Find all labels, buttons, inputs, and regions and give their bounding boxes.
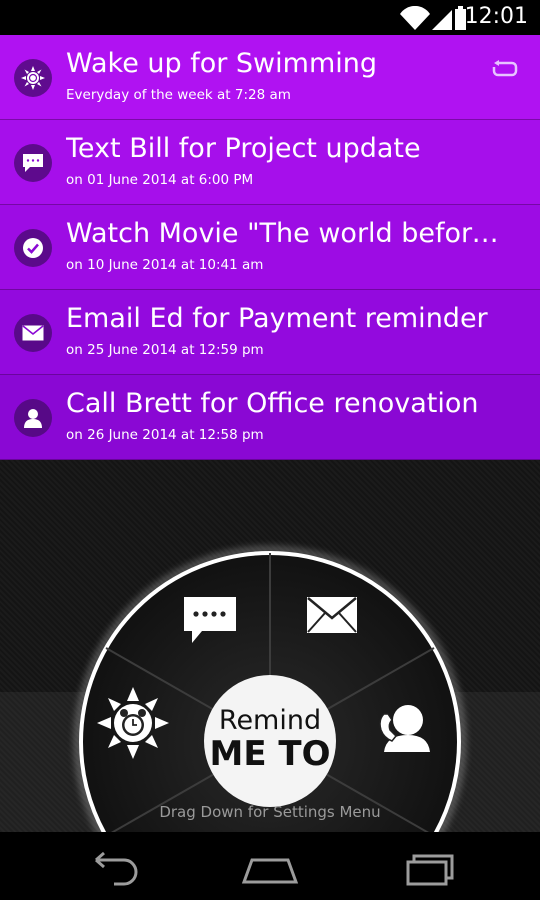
reminder-title: Wake up for Swimming (66, 48, 378, 79)
settings-hint: Drag Down for Settings Menu (159, 803, 381, 821)
signal-icon (432, 10, 452, 30)
navigation-bar (0, 832, 540, 900)
reminder-title: Email Ed for Payment reminder (66, 303, 488, 334)
reminder-title: Call Brett for Office renovation (66, 388, 479, 419)
remind-me-dial-area: Remind ME TO Drag Down for Settings Menu (0, 460, 540, 832)
reminder-title: Watch Movie "The world before h... (66, 218, 506, 249)
reminder-subtitle: on 25 June 2014 at 12:59 pm (66, 342, 264, 358)
email-option-icon (307, 597, 357, 633)
reminder-item[interactable]: Email Ed for Payment reminder on 25 June… (0, 290, 540, 375)
recent-apps-button-icon[interactable] (388, 846, 468, 886)
back-button-icon[interactable] (72, 846, 152, 886)
status-bar: 12:01 (0, 0, 540, 35)
reminder-list: Wake up for Swimming Everyday of the wee… (0, 35, 540, 460)
remind-me-dial[interactable] (0, 460, 540, 832)
reminder-item[interactable]: Wake up for Swimming Everyday of the wee… (0, 35, 540, 120)
remind-me-to-button-label[interactable]: Remind ME TO (204, 705, 336, 774)
me-to-label: ME TO (209, 734, 331, 774)
alarm-sun-icon (14, 59, 52, 97)
reminder-subtitle: on 26 June 2014 at 12:58 pm (66, 427, 264, 443)
reminder-item[interactable]: Watch Movie "The world before h... on 10… (0, 205, 540, 290)
reminder-subtitle: Everyday of the week at 7:28 am (66, 87, 291, 103)
wifi-icon (400, 6, 430, 30)
reminder-subtitle: on 10 June 2014 at 10:41 am (66, 257, 264, 273)
status-time: 12:01 (464, 4, 528, 29)
repeat-icon[interactable] (490, 59, 520, 79)
envelope-icon (14, 314, 52, 352)
reminder-item[interactable]: Call Brett for Office renovation on 26 J… (0, 375, 540, 460)
contact-icon (14, 399, 52, 437)
status-icons (400, 6, 466, 30)
remind-label: Remind (218, 705, 322, 736)
reminder-item[interactable]: Text Bill for Project update on 01 June … (0, 120, 540, 205)
home-button-icon[interactable] (230, 846, 310, 886)
chat-bubble-icon (14, 144, 52, 182)
reminder-title: Text Bill for Project update (66, 133, 421, 164)
reminder-subtitle: on 01 June 2014 at 6:00 PM (66, 172, 254, 188)
check-circle-icon (14, 229, 52, 267)
